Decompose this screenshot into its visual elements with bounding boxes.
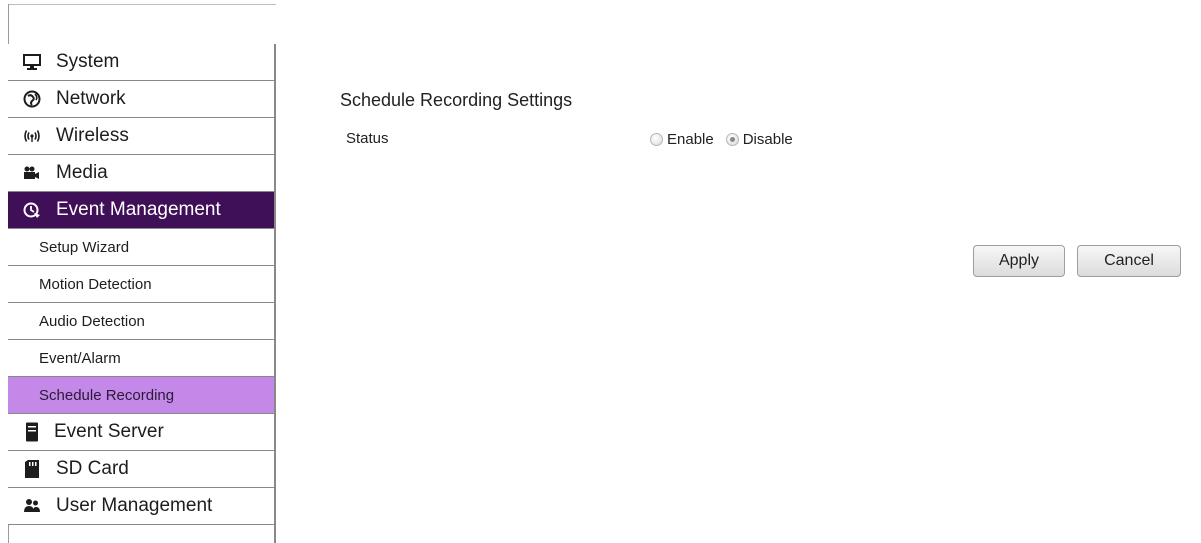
sidebar-subitem-event-alarm[interactable]: Event/Alarm xyxy=(8,340,274,377)
sidebar-subitem-motion-detection[interactable]: Motion Detection xyxy=(8,266,274,303)
sidebar-item-label: Media xyxy=(56,162,108,183)
sidebar-item-media[interactable]: Media xyxy=(8,155,274,192)
disable-radio[interactable] xyxy=(725,133,739,146)
wireless-icon xyxy=(22,126,42,146)
sidebar-item-sd-card[interactable]: SD Card xyxy=(8,451,274,488)
sidebar-item-label: User Management xyxy=(56,495,213,516)
sidebar-item-event-server[interactable]: Event Server xyxy=(8,414,274,451)
server-icon xyxy=(22,422,42,442)
sidebar-item-label: SD Card xyxy=(56,458,129,479)
sidebar-item-system[interactable]: System xyxy=(8,44,274,81)
camera-icon xyxy=(22,163,42,183)
sidebar-subitem-audio-detection[interactable]: Audio Detection xyxy=(8,303,274,340)
status-label: Status xyxy=(346,130,389,147)
frame-top-line xyxy=(8,4,276,5)
globe-icon xyxy=(22,89,42,109)
disable-radio-label[interactable]: Disable xyxy=(743,131,793,148)
sidebar-item-network[interactable]: Network xyxy=(8,81,274,118)
sidebar-item-user-management[interactable]: User Management xyxy=(8,488,274,525)
sidebar-item-label: Network xyxy=(56,88,126,109)
sidebar-item-label: Event Management xyxy=(56,199,221,220)
sidebar-item-wireless[interactable]: Wireless xyxy=(8,118,274,155)
sidebar-item-event-management[interactable]: Event Management xyxy=(8,192,274,229)
sd-card-icon xyxy=(22,459,42,479)
sidebar-subitem-setup-wizard[interactable]: Setup Wizard xyxy=(8,229,274,266)
cancel-button[interactable]: Cancel xyxy=(1077,245,1181,277)
enable-radio[interactable] xyxy=(650,133,663,146)
status-radio-group: Enable Disable xyxy=(650,131,805,148)
sidebar-item-label: Wireless xyxy=(56,125,129,146)
apply-button[interactable]: Apply xyxy=(973,245,1065,277)
sidebar: System Network Wireless Media Event Mana… xyxy=(8,44,276,543)
event-management-icon xyxy=(22,200,42,220)
users-icon xyxy=(22,496,42,516)
sidebar-subitem-schedule-recording[interactable]: Schedule Recording xyxy=(8,377,274,414)
sidebar-item-label: System xyxy=(56,51,120,72)
monitor-icon xyxy=(22,52,42,72)
page-title: Schedule Recording Settings xyxy=(340,90,573,110)
enable-radio-label[interactable]: Enable xyxy=(667,131,714,148)
sidebar-item-label: Event Server xyxy=(54,421,164,442)
